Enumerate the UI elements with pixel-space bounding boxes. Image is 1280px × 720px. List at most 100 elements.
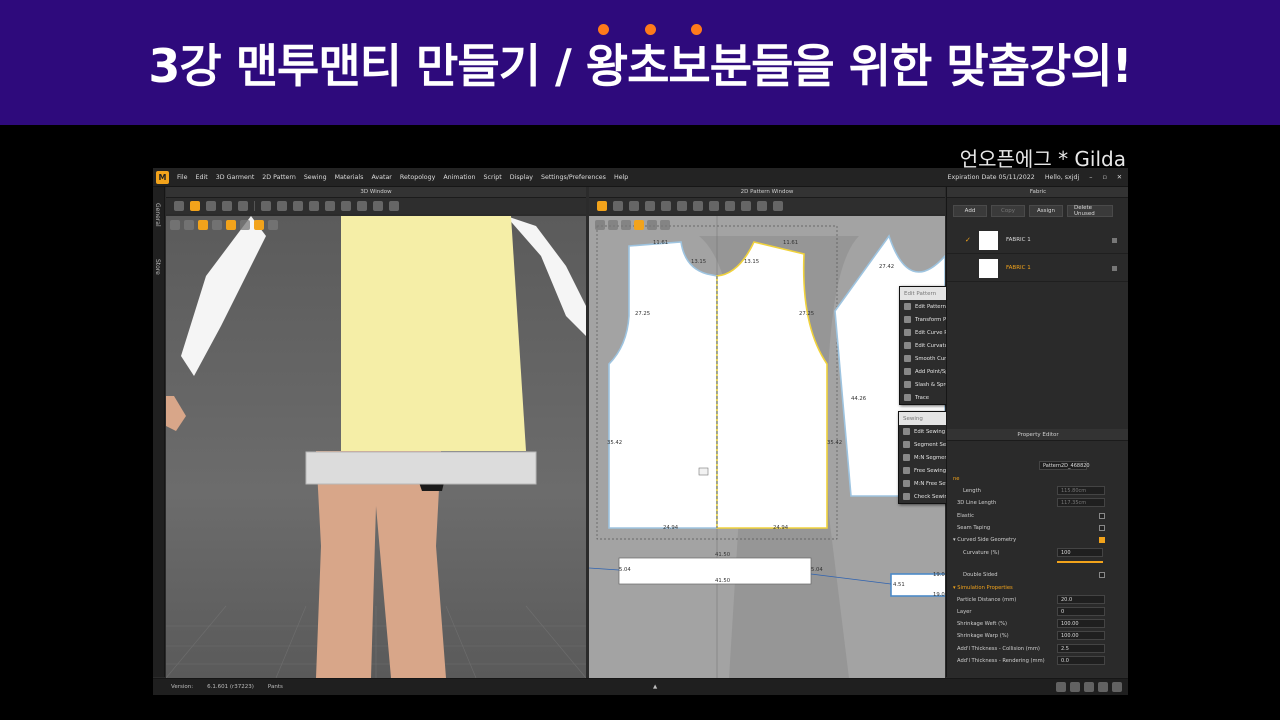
tack-icon[interactable] (341, 201, 351, 211)
add-fabric-button[interactable]: Add (953, 205, 987, 217)
show-avatar-icon[interactable] (660, 220, 670, 230)
measure-label: 27.25 (635, 311, 651, 317)
menu-edit[interactable]: Edit (196, 174, 208, 181)
property-editor-titlebar: Property Editor (947, 429, 1128, 441)
fabric-item[interactable]: ✓ FABRIC 1 (947, 227, 1128, 254)
select-tool-icon[interactable] (174, 201, 184, 211)
pleat-icon[interactable] (693, 201, 703, 211)
seam-taping-row: Seam Taping (953, 522, 1123, 533)
shrinkage-weft-field[interactable]: 100.00 (1057, 619, 1105, 628)
curvature-field[interactable]: 100 (1057, 548, 1103, 557)
curved-side-checkbox[interactable] (1099, 536, 1105, 543)
menu-materials[interactable]: Materials (335, 174, 364, 181)
display-garment-icon[interactable] (184, 220, 194, 230)
menu-2d-pattern[interactable]: 2D Pattern (262, 174, 296, 181)
window3d-titlebar: 3D Window (166, 187, 586, 198)
display-shading-icon[interactable] (254, 220, 264, 230)
menu-file[interactable]: File (177, 174, 188, 181)
edit-texture-icon[interactable] (757, 201, 767, 211)
transform-pattern-icon[interactable] (613, 201, 623, 211)
double-sided-checkbox[interactable] (1099, 571, 1105, 578)
assign-fabric-button[interactable]: Assign (1029, 205, 1063, 217)
layer-field[interactable]: 0 (1057, 607, 1105, 616)
internal-line-icon[interactable] (661, 201, 671, 211)
seam-taping-checkbox[interactable] (1099, 524, 1105, 531)
layout-3d-icon[interactable] (1056, 682, 1066, 692)
show-texture-icon[interactable] (634, 220, 644, 230)
tab-general[interactable]: General (154, 203, 161, 227)
free-sewing-icon[interactable] (725, 201, 735, 211)
measure-label: 27.42 (879, 264, 895, 270)
double-sided-row: Double Sided (953, 569, 1123, 580)
menu-help[interactable]: Help (614, 174, 628, 181)
thickness-rendering-field[interactable]: 0.0 (1057, 656, 1105, 665)
menu-3d-garment[interactable]: 3D Garment (216, 174, 255, 181)
brush-tool-icon[interactable] (222, 201, 232, 211)
show-notch-icon[interactable] (608, 220, 618, 230)
arrangement-icon[interactable] (261, 201, 271, 211)
restore-icon[interactable]: ▫ (1102, 174, 1106, 181)
expand-arrow-icon[interactable]: ▲ (653, 684, 657, 690)
fabric-item[interactable]: FABRIC 1 (947, 255, 1128, 282)
viewport-3d[interactable] (166, 216, 586, 678)
menu-animation[interactable]: Animation (443, 174, 475, 181)
viewport-2d-pattern[interactable]: 11.61 13.15 13.15 11.61 27.25 27.25 35.4… (589, 216, 945, 678)
menu-retopology[interactable]: Retopology (400, 174, 435, 181)
avatar-pose-icon[interactable] (389, 201, 399, 211)
assigned-check-icon: ✓ (965, 236, 971, 244)
menu-script[interactable]: Script (483, 174, 501, 181)
fabric-menu-icon[interactable] (1112, 265, 1117, 271)
copy-fabric-button[interactable]: Copy (991, 205, 1025, 217)
display-avatar-icon[interactable] (170, 220, 180, 230)
measure-icon[interactable] (357, 201, 367, 211)
display-skin-icon[interactable] (240, 220, 250, 230)
menu-settings[interactable]: Settings/Preferences (541, 174, 606, 181)
steam-icon[interactable] (277, 201, 287, 211)
layout-2d-icon[interactable] (1070, 682, 1080, 692)
edit-pattern-icon[interactable] (597, 201, 607, 211)
pattern-name-field[interactable]: Pattern2D_468820 (1039, 461, 1090, 470)
close-icon[interactable]: ✕ (1117, 174, 1122, 181)
delete-unused-button[interactable]: Delete Unused (1067, 205, 1113, 217)
user-greeting[interactable]: Hello, sxjdj (1045, 174, 1079, 181)
menu-display[interactable]: Display (510, 174, 533, 181)
show-grid-icon[interactable] (595, 220, 605, 230)
window2d-titlebar: 2D Pattern Window (589, 187, 945, 198)
minimize-icon[interactable]: – (1089, 174, 1092, 181)
tape-icon[interactable] (373, 201, 383, 211)
free-sewing-3d-icon[interactable] (325, 201, 335, 211)
fabric-menu-icon[interactable] (1112, 237, 1117, 243)
show-length-icon[interactable] (647, 220, 657, 230)
shrinkage-warp-field[interactable]: 100.00 (1057, 631, 1105, 640)
app-logo-icon[interactable]: M (156, 170, 169, 184)
display-texture-icon[interactable] (198, 220, 208, 230)
menu-avatar[interactable]: Avatar (371, 174, 391, 181)
notch-icon[interactable] (677, 201, 687, 211)
move-tool-icon[interactable] (190, 201, 200, 211)
window2d-title: 2D Pattern Window (740, 189, 794, 195)
elastic-checkbox[interactable] (1099, 512, 1105, 519)
graphic-icon[interactable] (773, 201, 783, 211)
particle-distance-field[interactable]: 20.0 (1057, 595, 1105, 604)
layout-render-icon[interactable] (1098, 682, 1108, 692)
thickness-collision-field[interactable]: 2.5 (1057, 644, 1105, 653)
tab-store[interactable]: Store (154, 259, 161, 275)
segment-sewing-3d-icon[interactable] (309, 201, 319, 211)
display-thickness-icon[interactable] (212, 220, 222, 230)
curvature-slider[interactable] (1057, 561, 1103, 563)
rectangle-icon[interactable] (645, 201, 655, 211)
sewing-3d-icon[interactable] (293, 201, 303, 211)
measure-label: 41.50 (715, 578, 731, 584)
display-camera-icon[interactable] (268, 220, 278, 230)
fold-tool-icon[interactable] (206, 201, 216, 211)
pin-tool-icon[interactable] (238, 201, 248, 211)
layout-animation-icon[interactable] (1112, 682, 1122, 692)
simulation-section-label: ▾ Simulation Properties (953, 582, 1123, 593)
edit-sewing-icon[interactable] (741, 201, 751, 211)
polygon-icon[interactable] (629, 201, 639, 211)
layout-split-icon[interactable] (1084, 682, 1094, 692)
show-seam-icon[interactable] (621, 220, 631, 230)
segment-sewing-icon[interactable] (709, 201, 719, 211)
display-light-icon[interactable] (226, 220, 236, 230)
menu-sewing[interactable]: Sewing (304, 174, 327, 181)
